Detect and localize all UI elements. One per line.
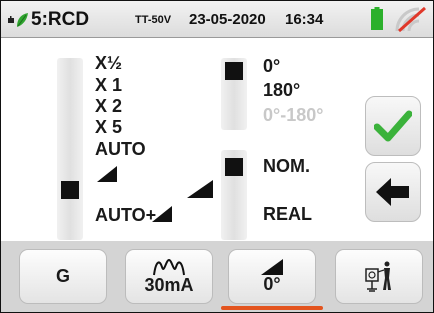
instrument-screen: 5:RCD TT-50V 23-05-2020 16:34 X½ X 1 X 2…: [0, 0, 434, 313]
tab-bar: G 30mA 0°: [1, 241, 433, 312]
multiplier-option-x1[interactable]: X 1: [95, 76, 122, 94]
status-bar: 5:RCD TT-50V 23-05-2020 16:34: [1, 1, 433, 38]
tab-current[interactable]: 30mA: [125, 249, 213, 304]
tab-g[interactable]: G: [19, 249, 107, 304]
tab-earth-probe[interactable]: [335, 249, 423, 304]
multiplier-option-x2[interactable]: X 2: [95, 97, 122, 115]
tab-test-mode[interactable]: 0°: [228, 249, 316, 304]
tab-g-label: G: [55, 266, 70, 286]
battery-full-icon: [371, 7, 383, 30]
leaf-plug-icon: [8, 13, 28, 27]
mode-slider-thumb[interactable]: [225, 158, 243, 176]
tab-current-label: 30mA: [144, 275, 194, 295]
multiplier-option-x5[interactable]: X 5: [95, 118, 122, 136]
multiplier-option-auto[interactable]: AUTO: [95, 140, 146, 158]
confirm-check-icon: [374, 110, 412, 142]
settings-panel: X½ X 1 X 2 X 5 AUTO AUTO+ 0° 180° 0°-180…: [1, 38, 433, 241]
confirm-button[interactable]: [365, 96, 421, 156]
back-button[interactable]: [365, 162, 421, 222]
waveform-icon: [153, 258, 185, 276]
phase-slider-thumb[interactable]: [225, 62, 243, 80]
date-display: 23-05-2020: [189, 11, 266, 28]
multiplier-option-auto-plus[interactable]: AUTO+: [95, 206, 156, 224]
mode-option-real[interactable]: REAL: [263, 205, 312, 223]
multiplier-option-half[interactable]: X½: [95, 54, 122, 72]
earth-probe-icon: [365, 261, 391, 292]
active-tab-indicator: [221, 306, 323, 310]
back-arrow-icon: [376, 178, 409, 206]
ramp-icon[interactable]: [97, 166, 117, 182]
mode-option-nominal[interactable]: NOM.: [263, 157, 310, 175]
ramp-icon: [152, 206, 172, 222]
time-display: 16:34: [285, 11, 324, 28]
function-name: 5:RCD: [31, 9, 90, 30]
ramp-step-icon[interactable]: [187, 180, 213, 198]
phase-option-0-180: 0°-180°: [263, 105, 324, 125]
phase-option-0[interactable]: 0°: [263, 57, 280, 75]
wireless-disabled-icon: [395, 6, 426, 33]
phase-option-180[interactable]: 180°: [263, 81, 300, 99]
system-type: TT-50V: [135, 14, 172, 26]
tab-test-mode-label: 0°: [263, 274, 281, 294]
multiplier-slider[interactable]: [57, 58, 83, 240]
multiplier-slider-thumb[interactable]: [61, 181, 79, 199]
ramp-icon: [261, 259, 283, 275]
